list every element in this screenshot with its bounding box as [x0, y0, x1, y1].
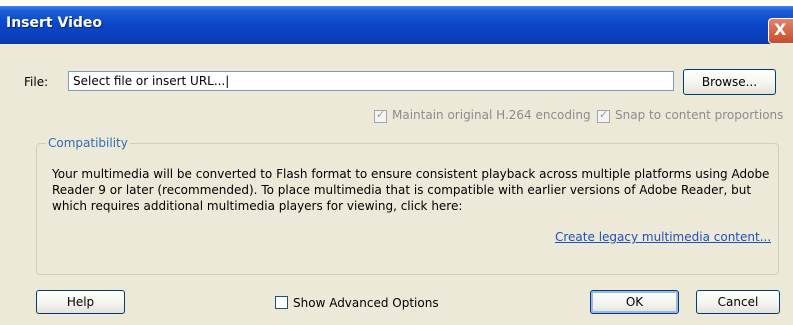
ok-button[interactable]: OK — [590, 290, 679, 314]
insert-video-dialog: Insert Video X File: Select file or inse… — [0, 6, 793, 325]
compatibility-legend: Compatibility — [46, 136, 130, 150]
file-url-input[interactable]: Select file or insert URL...| — [68, 71, 674, 91]
close-button[interactable]: X — [768, 18, 793, 44]
file-label: File: — [24, 75, 49, 89]
snap-proportions-checkbox[interactable] — [597, 108, 610, 123]
dialog-title: Insert Video — [6, 15, 102, 31]
help-button[interactable]: Help — [36, 290, 125, 314]
title-bar[interactable]: Insert Video X — [0, 6, 793, 44]
browse-button[interactable]: Browse... — [683, 69, 776, 95]
close-icon: X — [774, 20, 787, 39]
compatibility-text: Your multimedia will be converted to Fla… — [52, 167, 770, 213]
maintain-encoding-checkbox[interactable] — [374, 108, 387, 123]
snap-proportions-label: Snap to content proportions — [615, 108, 784, 122]
cancel-button[interactable]: Cancel — [696, 290, 780, 314]
maintain-encoding-label: Maintain original H.264 encoding — [392, 108, 591, 122]
show-advanced-checkbox[interactable] — [275, 296, 288, 309]
create-legacy-content-link[interactable]: Create legacy multimedia content... — [555, 230, 771, 244]
show-advanced-label: Show Advanced Options — [293, 296, 439, 310]
